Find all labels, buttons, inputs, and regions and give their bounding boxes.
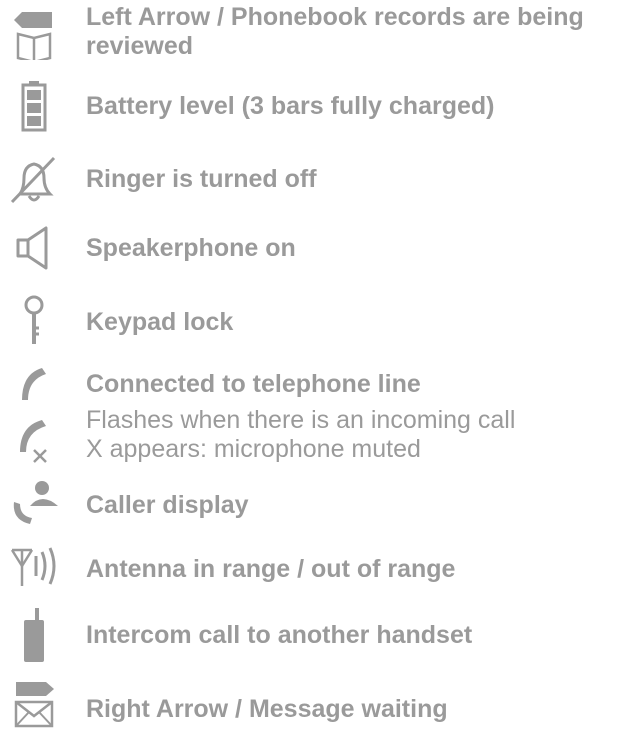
handset-icon (8, 364, 60, 404)
legend-label: Battery level (3 bars fully charged) (86, 92, 495, 120)
legend-label: Keypad lock (86, 308, 234, 336)
caller-display-icon (8, 476, 60, 528)
legend-label: Ringer is turned off (86, 165, 317, 193)
antenna-icon (8, 542, 60, 594)
legend-label: Speakerphone on (86, 234, 296, 262)
legend-label: Left Arrow / Phonebook records are being… (86, 3, 584, 60)
legend-sub-muted: X appears: microphone muted (86, 435, 421, 463)
battery-icon (8, 80, 60, 132)
legend-label: Caller display (86, 491, 249, 519)
speaker-icon (8, 222, 60, 274)
legend-sub-incoming: Flashes when there is an incoming call (86, 406, 516, 434)
key-icon (8, 294, 60, 346)
legend-label: Right Arrow / Message waiting (86, 695, 448, 723)
legend-label: Antenna in range / out of range (86, 555, 456, 583)
legend-label: Connected to telephone line (86, 370, 421, 398)
cordless-handset-icon (8, 606, 60, 664)
legend-label: Intercom call to another handset (86, 621, 473, 649)
ringer-off-icon (8, 154, 60, 206)
right-arrow-envelope-icon (8, 680, 60, 728)
handset-muted-icon (8, 418, 60, 466)
left-arrow-phonebook-icon (8, 8, 60, 60)
